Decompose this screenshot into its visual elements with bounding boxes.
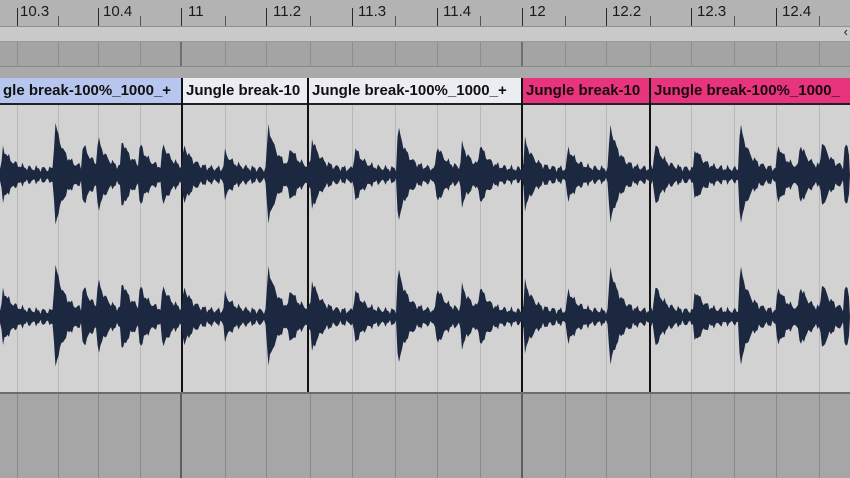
- clip-title: Jungle break-100%_1000_: [654, 82, 840, 99]
- ruler-minor-tick: [58, 16, 59, 26]
- ruler-label-10-3: 10.3: [20, 3, 50, 20]
- ruler-tick: [352, 8, 353, 26]
- ruler-label-11-4: 11.4: [443, 3, 472, 20]
- audio-clip-3[interactable]: Jungle break-100%_1000_+: [307, 78, 521, 392]
- ruler-minor-tick: [310, 16, 311, 26]
- clip-title-bar[interactable]: Jungle break-100%_1000_: [651, 78, 850, 105]
- ruler-minor-tick: [140, 16, 141, 26]
- clip-title: Jungle break-100%_1000_+: [312, 82, 507, 99]
- ruler-minor-tick: [734, 16, 735, 26]
- ruler-tick: [522, 8, 523, 26]
- audio-clip-1[interactable]: gle break-100%_1000_+: [0, 78, 181, 392]
- ruler-tick: [606, 8, 607, 26]
- audio-clip-5[interactable]: Jungle break-100%_1000_: [649, 78, 850, 392]
- ruler-minor-tick: [395, 16, 396, 26]
- clip-waveform-area[interactable]: [309, 105, 521, 392]
- clip-waveform-area[interactable]: [0, 105, 181, 392]
- ruler-label-12-3: 12.3: [697, 3, 727, 20]
- ruler-minor-tick: [819, 16, 820, 26]
- clip-title-bar[interactable]: gle break-100%_1000_+: [0, 78, 181, 105]
- clip-title: gle break-100%_1000_+: [3, 82, 172, 99]
- ruler-tick: [437, 8, 438, 26]
- ruler-label-11-3: 11.3: [358, 3, 387, 20]
- beat-time-ruler[interactable]: 10.3 10.4 11 11.2 11.3 11.4 12 12.2 12.3…: [0, 0, 850, 27]
- clip-title: Jungle break-10: [186, 82, 301, 99]
- ruler-tick: [691, 8, 692, 26]
- ruler-label-11: 11: [188, 3, 204, 20]
- ruler-tick: [181, 8, 182, 26]
- ruler-label-12-4: 12.4: [782, 3, 812, 20]
- ruler-tick: [776, 8, 777, 26]
- clip-waveform-area[interactable]: [523, 105, 649, 392]
- clip-title-bar[interactable]: Jungle break-10: [523, 78, 649, 105]
- ruler-label-11-2: 11.2: [273, 3, 302, 20]
- ruler-minor-tick: [650, 16, 651, 26]
- audio-track-lane[interactable]: gle break-100%_1000_+ Jungle break-10 Ju…: [0, 78, 850, 392]
- arrangement-view: 10.3 10.4 11 11.2 11.3 11.4 12 12.2 12.3…: [0, 0, 850, 478]
- audio-clip-2[interactable]: Jungle break-10: [181, 78, 307, 392]
- ruler-label-12-2: 12.2: [612, 3, 642, 20]
- ruler-tick: [266, 8, 267, 26]
- ruler-label-12: 12: [529, 3, 546, 20]
- ruler-label-10-4: 10.4: [103, 3, 133, 20]
- ruler-minor-tick: [565, 16, 566, 26]
- ruler-tick: [17, 8, 18, 26]
- empty-track-lane[interactable]: [0, 42, 850, 67]
- audio-clip-4[interactable]: Jungle break-10: [521, 78, 649, 392]
- ruler-tick: [98, 8, 99, 26]
- scroll-left-arrow-icon[interactable]: ‹: [844, 24, 848, 39]
- clip-waveform-area[interactable]: [183, 105, 307, 392]
- clip-title-bar[interactable]: Jungle break-100%_1000_+: [309, 78, 521, 105]
- clip-waveform-area[interactable]: [651, 105, 850, 392]
- ruler-minor-tick: [225, 16, 226, 26]
- empty-track-lane-lower[interactable]: [0, 392, 850, 478]
- clip-title: Jungle break-10: [526, 82, 641, 99]
- clip-title-bar[interactable]: Jungle break-10: [183, 78, 307, 105]
- ruler-minor-tick: [480, 16, 481, 26]
- overview-scroll-strip[interactable]: ‹: [0, 24, 850, 42]
